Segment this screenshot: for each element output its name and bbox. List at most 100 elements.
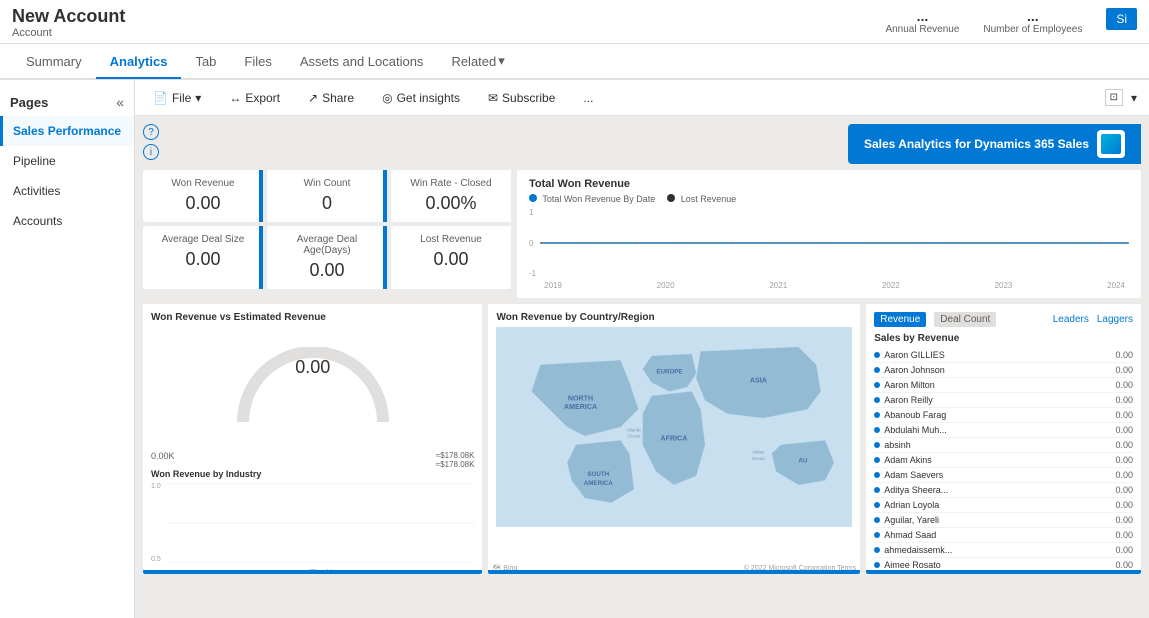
subscribe-button[interactable]: ✉ Subscribe [482, 89, 561, 107]
logo-badge: Sales Analytics for Dynamics 365 Sales [848, 124, 1141, 164]
row-value: 0.00 [1115, 425, 1133, 435]
sidebar-item-pipeline[interactable]: Pipeline [0, 146, 134, 176]
num-employees-dots: ... [983, 8, 1082, 24]
svg-text:ASIA: ASIA [750, 377, 767, 385]
num-employees-field: ... Number of Employees [983, 8, 1082, 35]
row-value: 0.00 [1115, 365, 1133, 375]
file-label: File [172, 91, 191, 105]
tab-tab[interactable]: Tab [181, 46, 230, 79]
related-chevron-icon: ▾ [498, 53, 505, 69]
sign-button[interactable]: Si [1106, 8, 1137, 30]
tab-analytics[interactable]: Analytics [96, 46, 182, 79]
won-revenue-legend-label: Total Won Revenue By Date [542, 194, 655, 204]
sales-tab-revenue[interactable]: Revenue [874, 312, 926, 327]
line-chart-svg [540, 208, 1129, 278]
more-button[interactable]: ... [577, 89, 599, 107]
avg-deal-age-label: Average Deal Age(Days) [279, 234, 375, 256]
row-value: 0.00 [1115, 440, 1133, 450]
question-icon[interactable]: ? [143, 124, 159, 140]
row-name: Adam Saevers [874, 470, 943, 480]
sales-table-title: Sales by Revenue [874, 333, 1133, 344]
export-button[interactable]: ↔ Export [223, 89, 286, 107]
row-dot [874, 532, 880, 538]
logo-text: Sales Analytics for Dynamics 365 Sales [864, 137, 1089, 151]
tab-related[interactable]: Related ▾ [437, 45, 518, 79]
row-dot [874, 502, 880, 508]
tab-assets-locations[interactable]: Assets and Locations [286, 46, 438, 79]
metric-won-revenue: Won Revenue 0.00 [143, 170, 263, 222]
avg-deal-age-value: 0.00 [279, 260, 375, 281]
row-name: Aimee Rosato [874, 560, 941, 570]
svg-text:Ocean: Ocean [628, 434, 642, 439]
sales-tab-deal-count[interactable]: Deal Count [934, 312, 996, 327]
sales-links: Leaders Laggers [1053, 314, 1133, 325]
info-icon[interactable]: i [143, 144, 159, 160]
gauge-label-left: 0.00K [151, 451, 175, 469]
laggers-link[interactable]: Laggers [1097, 314, 1133, 325]
top-bar-left: New Account Account [12, 6, 125, 39]
avg-deal-size-label: Average Deal Size [155, 234, 251, 245]
won-vs-est-card: Won Revenue vs Estimated Revenue 0.00 0.… [143, 304, 482, 574]
metrics-grid: Won Revenue 0.00 Win Count 0 Win Rate - … [143, 170, 511, 298]
row-name: ahmedaissemk... [874, 545, 952, 555]
list-item: Aaron Reilly0.00 [874, 393, 1133, 408]
row-dot [874, 562, 880, 568]
more-icon: ... [583, 91, 593, 105]
gauge-labels: 0.00K ≈$178.08K ≈$178.08K [151, 451, 474, 469]
top-section: Won Revenue 0.00 Win Count 0 Win Rate - … [143, 170, 1141, 298]
list-item: Aaron GILLIES0.00 [874, 348, 1133, 363]
industry-section: Won Revenue by Industry 1.0 0.5 [151, 469, 474, 574]
sidebar-item-activities[interactable]: Activities [0, 176, 134, 206]
row-name: Aditya Sheera... [874, 485, 948, 495]
avg-deal-age-bar [383, 226, 387, 289]
top-bar-right: ... Annual Revenue ... Number of Employe… [885, 6, 1137, 35]
file-button[interactable]: 📄 File ▾ [147, 89, 207, 107]
win-count-bar [383, 170, 387, 222]
row-dot [874, 487, 880, 493]
total-won-chart: 2019 2020 2021 2022 2023 2024 [540, 208, 1129, 290]
get-insights-button[interactable]: ◎ Get insights [376, 89, 466, 107]
share-button[interactable]: ↗ Share [302, 89, 360, 107]
won-revenue-dot [529, 194, 537, 202]
sidebar-item-sales-performance[interactable]: Sales Performance [0, 116, 134, 146]
y-zero: 0 [529, 239, 536, 248]
world-map-svg: NORTH AMERICA EUROPE ASIA AFRICA SOUTH A… [496, 327, 852, 527]
window-icon[interactable]: ⊡ [1105, 89, 1123, 106]
tab-files[interactable]: Files [230, 46, 285, 79]
list-item: Aditya Sheera...0.00 [874, 483, 1133, 498]
list-item: Aaron Milton0.00 [874, 378, 1133, 393]
row-dot [874, 367, 880, 373]
won-revenue-value: 0.00 [155, 193, 251, 214]
expand-icon[interactable]: ▾ [1131, 91, 1137, 105]
nav-tabs: Summary Analytics Tab Files Assets and L… [0, 44, 1149, 80]
sidebar-item-accounts[interactable]: Accounts [0, 206, 134, 236]
lost-revenue-value: 0.00 [403, 249, 499, 270]
leaders-link[interactable]: Leaders [1053, 314, 1089, 325]
sidebar-collapse-button[interactable]: « [116, 94, 124, 110]
top-bar: New Account Account ... Annual Revenue .… [0, 0, 1149, 44]
map-title: Won Revenue by Country/Region [496, 312, 852, 323]
sidebar-title: Pages [10, 95, 48, 110]
legend-won-revenue: Total Won Revenue By Date [529, 194, 655, 204]
scroll-bar [143, 570, 482, 574]
industry-title: Won Revenue by Industry [151, 469, 474, 479]
row-name: Aaron Milton [874, 380, 935, 390]
subscribe-icon: ✉ [488, 91, 498, 105]
list-item: Abdulahi Muh... 0.00 [874, 423, 1133, 438]
svg-text:SOUTH: SOUTH [588, 471, 610, 478]
tab-summary[interactable]: Summary [12, 46, 96, 79]
svg-text:AU: AU [799, 458, 808, 465]
annual-revenue-field: ... Annual Revenue [885, 8, 959, 35]
svg-text:Ocean: Ocean [752, 456, 766, 461]
row-name: absinh [874, 440, 911, 450]
sales-card: Revenue Deal Count Leaders Laggers Sales… [866, 304, 1141, 574]
map-card: Won Revenue by Country/Region [488, 304, 860, 574]
win-rate-value: 0.00% [403, 193, 499, 214]
account-title: New Account [12, 6, 125, 27]
sidebar: Pages « Sales Performance Pipeline Activ… [0, 80, 135, 618]
row-name: Abdulahi Muh... [874, 425, 947, 435]
svg-text:Atlantic: Atlantic [627, 427, 642, 432]
row-value: 0.00 [1115, 500, 1133, 510]
info-icons: ? i [143, 124, 159, 160]
lost-revenue-label: Lost Revenue [403, 234, 499, 245]
